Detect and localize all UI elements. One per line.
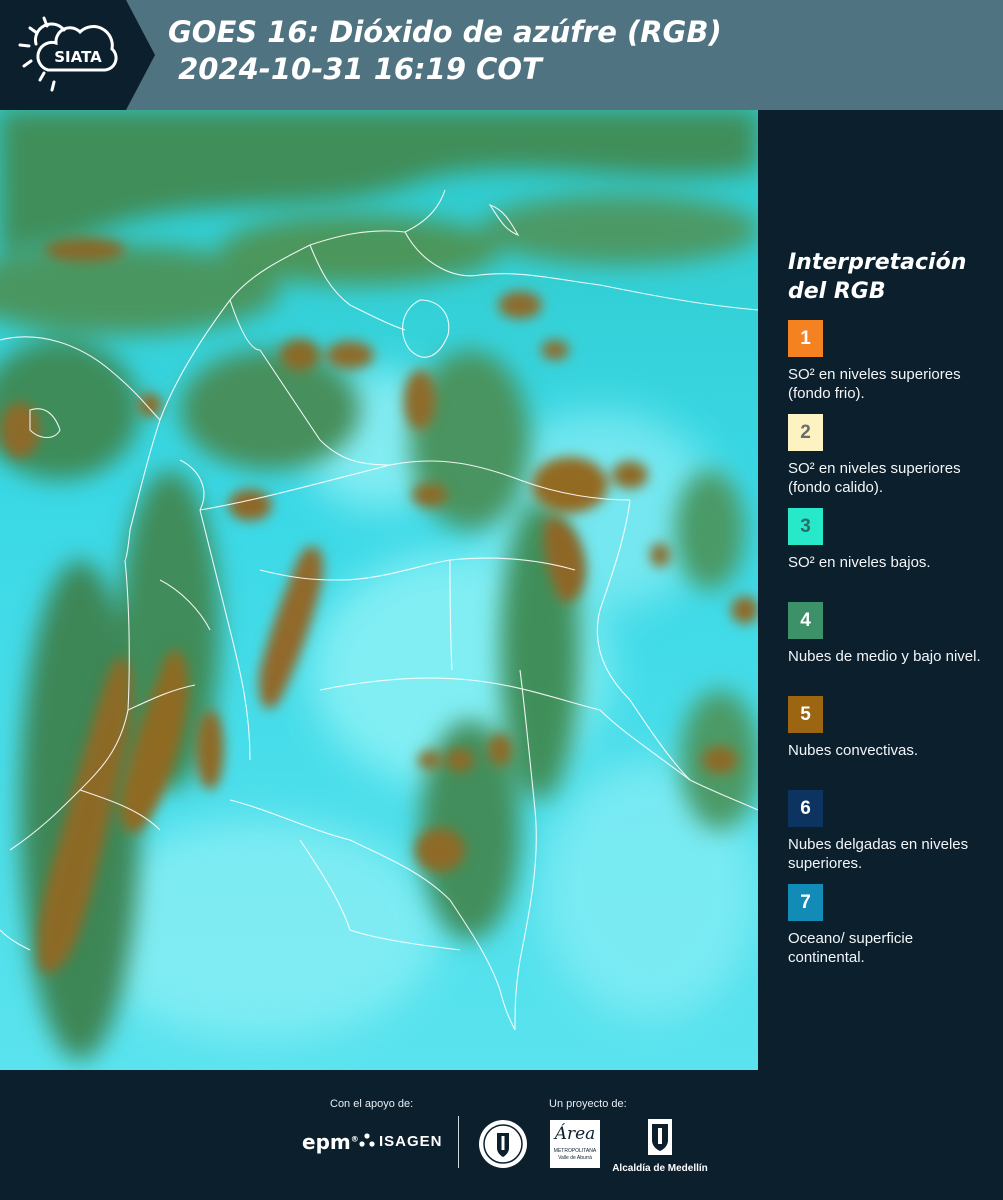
legend-swatch: 2	[788, 414, 823, 451]
legend-title: Interpretación del RGB	[788, 248, 993, 306]
legend-item: 5 Nubes convectivas.	[788, 696, 993, 790]
isagen-logo: ISAGEN	[358, 1132, 443, 1150]
legend-item: 6 Nubes delgadas en niveles superiores.	[788, 790, 993, 884]
legend-label: Nubes delgadas en niveles superiores.	[788, 836, 969, 872]
legend-title-line-2: del RGB	[788, 279, 886, 304]
medellin-seal	[479, 1120, 527, 1168]
alcaldia-crest-icon	[648, 1119, 672, 1155]
area-metropolitana-logo: Área METROPOLITANA Valle de Aburrá	[550, 1120, 600, 1168]
legend-swatch: 7	[788, 884, 823, 921]
epm-logo: epm®	[302, 1130, 359, 1154]
legend-swatch: 5	[788, 696, 823, 733]
legend-item: 7 Oceano/ superficie continental.	[788, 884, 993, 978]
satellite-map[interactable]	[0, 110, 758, 1070]
footer-divider	[458, 1116, 459, 1168]
legend-swatch: 4	[788, 602, 823, 639]
legend-swatch: 3	[788, 508, 823, 545]
alcaldia-logo: Alcaldía de Medellín	[610, 1118, 710, 1174]
legend-item: 1 SO² en niveles superiores (fondo frio).	[788, 320, 993, 414]
legend-label: SO² en niveles bajos.	[788, 554, 931, 571]
legend-item: 3 SO² en niveles bajos.	[788, 508, 993, 602]
support-label: Con el apoyo de:	[330, 1098, 414, 1110]
legend-item: 4 Nubes de medio y bajo nivel.	[788, 602, 993, 696]
legend-title-line-1: Interpretación	[788, 250, 967, 275]
legend-label: Nubes convectivas.	[788, 742, 919, 759]
legend-label: SO² en niveles superiores (fondo frio).	[788, 366, 961, 402]
isagen-icon	[359, 1133, 375, 1147]
legend-swatch: 1	[788, 320, 823, 357]
rgb-legend: Interpretación del RGB 1 SO² en niveles s…	[788, 248, 993, 978]
header-bar: SIATA GOES 16: Dióxido de azúfre (RGB) 2…	[0, 0, 1003, 110]
satellite-image	[0, 110, 758, 1070]
page-title: GOES 16: Dióxido de azúfre (RGB) 2024-10…	[168, 14, 722, 88]
footer: Con el apoyo de: Un proyecto de: epm® IS…	[0, 1070, 1003, 1200]
title-timestamp: 2024-10-31 16:19 COT	[168, 52, 542, 86]
siata-logo: SIATA	[0, 0, 155, 110]
legend-label: SO² en niveles superiores (fondo calido)…	[788, 460, 961, 496]
legend-label: Oceano/ superficie continental.	[788, 930, 914, 966]
siata-brand-text: SIATA	[54, 48, 102, 66]
legend-item: 2 SO² en niveles superiores (fondo calido…	[788, 414, 993, 508]
legend-label: Nubes de medio y bajo nivel.	[788, 648, 981, 665]
legend-items: 1 SO² en niveles superiores (fondo frio).…	[788, 320, 993, 978]
project-label: Un proyecto de:	[549, 1098, 627, 1110]
title-line-1: GOES 16: Dióxido de azúfre (RGB)	[168, 15, 722, 49]
legend-swatch: 6	[788, 790, 823, 827]
